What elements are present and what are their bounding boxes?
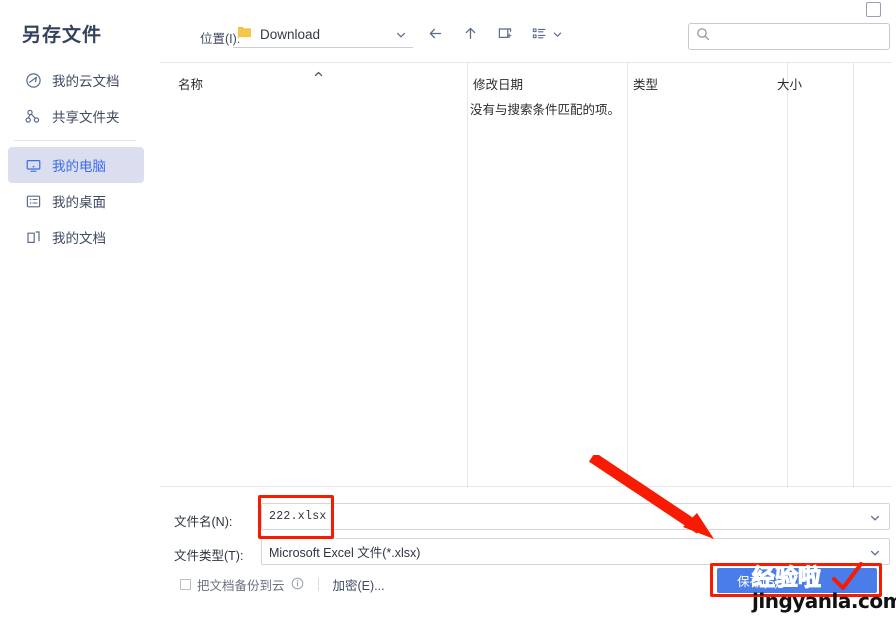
filetype-value: Microsoft Excel 文件(*.xlsx) [269, 546, 421, 560]
filetype-select[interactable]: Microsoft Excel 文件(*.xlsx) [261, 538, 890, 565]
page-title: 另存文件 [22, 25, 103, 46]
up-button[interactable] [458, 24, 482, 48]
sidebar-item-cloud-docs[interactable]: 我的云文档 [8, 62, 144, 98]
back-button[interactable] [423, 24, 447, 48]
cloud-icon [24, 71, 42, 89]
folder-icon [237, 25, 252, 44]
location-value: Download [260, 27, 321, 42]
chevron-down-icon[interactable] [395, 28, 407, 46]
arrow-left-icon [426, 24, 445, 48]
location-dropdown[interactable]: Download [233, 22, 413, 48]
caret-up-icon [312, 68, 325, 86]
sidebar-item-shared-folder[interactable]: 共享文件夹 [8, 98, 144, 134]
save-button-label: 保存(S) [737, 575, 779, 589]
column-header-date-modified[interactable]: 修改日期 [473, 74, 523, 93]
column-header-type[interactable]: 类型 [633, 74, 658, 93]
column-header-name[interactable]: 名称 [178, 74, 203, 93]
sidebar-item-my-desktop[interactable]: 我的桌面 [8, 183, 144, 219]
sidebar-item-label: 共享文件夹 [52, 110, 120, 125]
search-box[interactable] [688, 23, 890, 50]
arrow-up-icon [461, 24, 480, 48]
filetype-label: 文件类型(T): [174, 549, 244, 563]
backup-options-row: 把文档备份到云 加密(E)... [180, 575, 385, 594]
filename-value: 222.xlsx [269, 510, 327, 523]
monitor-icon [24, 156, 42, 174]
save-file-dialog: 另存文件 我的云文档 共享文件夹 我的电脑 我的桌面 我的文档 位置(I): D… [0, 0, 896, 620]
filename-label: 文件名(N): [174, 515, 233, 529]
empty-state-message: 没有与搜索条件匹配的项。 [470, 103, 621, 117]
column-header-size[interactable]: 大小 [777, 74, 802, 93]
share-nodes-icon [24, 107, 42, 125]
chevron-down-icon[interactable] [552, 27, 563, 45]
filename-input[interactable]: 222.xlsx [261, 503, 890, 530]
search-input[interactable] [716, 29, 876, 44]
sidebar-item-label: 我的云文档 [52, 74, 120, 89]
square-restore-icon[interactable] [866, 2, 881, 17]
sidebar-item-label: 我的文档 [52, 231, 106, 246]
sidebar-item-label: 我的电脑 [52, 159, 106, 174]
backup-to-cloud-label: 把文档备份到云 [197, 579, 285, 593]
view-mode-button[interactable] [530, 24, 564, 48]
watermark-domain: jingyanla.com [752, 589, 896, 613]
sidebar-item-my-documents[interactable]: 我的文档 [8, 219, 144, 255]
sidebar: 我的云文档 共享文件夹 我的电脑 我的桌面 我的文档 [0, 62, 152, 255]
encrypt-button[interactable]: 加密(E)... [333, 575, 385, 594]
backup-to-cloud-checkbox[interactable] [180, 579, 191, 590]
folder-docs-icon [24, 228, 42, 246]
file-list: 名称 修改日期 类型 大小 没有与搜索条件匹配的项。 [160, 62, 892, 488]
info-circle-icon[interactable] [291, 577, 304, 593]
new-folder-icon [496, 24, 515, 48]
sidebar-divider [14, 140, 136, 141]
chevron-down-icon[interactable] [869, 511, 881, 529]
view-list-icon [532, 26, 550, 47]
search-icon [696, 27, 710, 46]
new-folder-button[interactable] [493, 24, 517, 48]
divider [317, 578, 319, 591]
sidebar-item-my-computer[interactable]: 我的电脑 [8, 147, 144, 183]
desktop-icon [24, 192, 42, 210]
save-button[interactable]: 保存(S) [717, 568, 877, 593]
chevron-down-icon[interactable] [869, 546, 881, 564]
sidebar-item-label: 我的桌面 [52, 195, 106, 210]
